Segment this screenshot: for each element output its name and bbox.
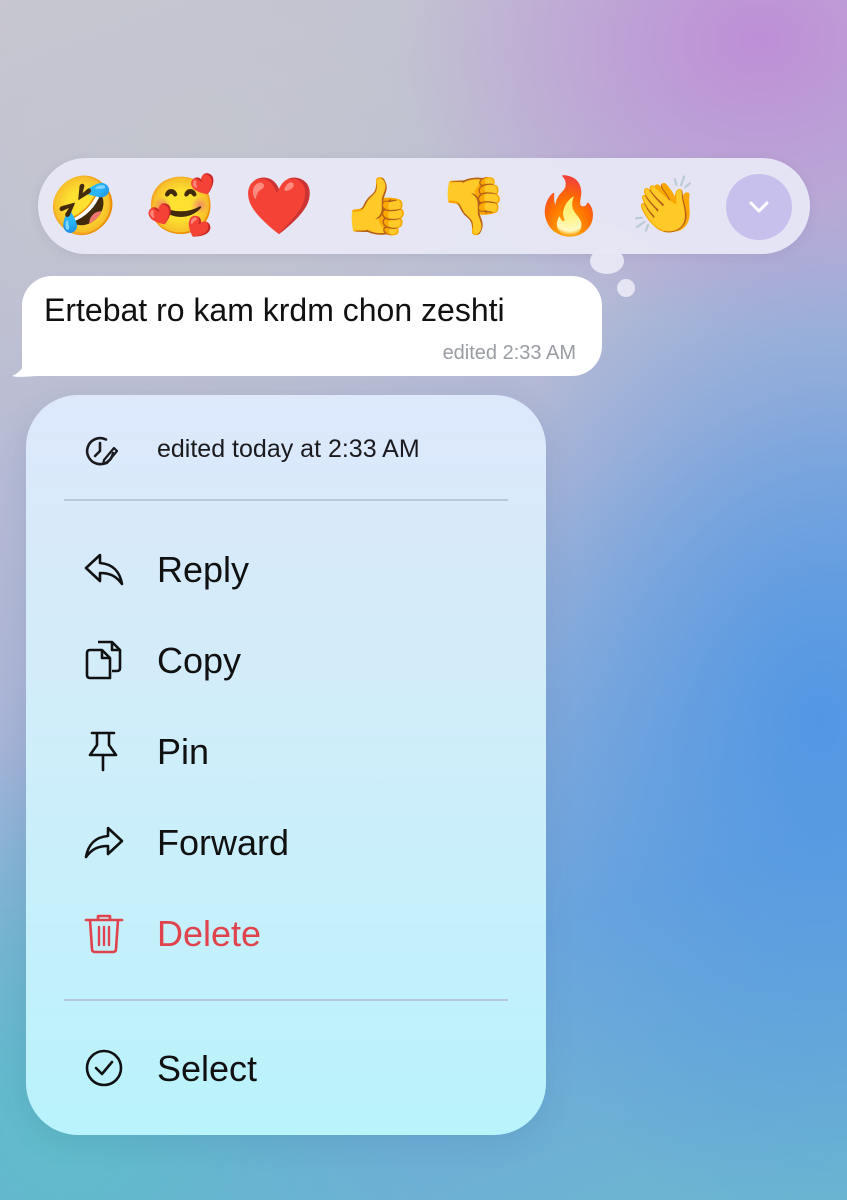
menu-item-label: Forward <box>157 822 290 863</box>
message-text: Ertebat ro kam krdm chon zeshti <box>44 292 505 328</box>
checkmark-circle-icon <box>85 1049 123 1087</box>
reaction-emoji: 👎 <box>438 174 508 239</box>
menu-item-label: Select <box>157 1048 258 1089</box>
message-edited-timestamp: edited 2:33 AM <box>442 342 576 364</box>
reaction-emoji: 🔥 <box>534 174 604 239</box>
copy-icon <box>85 640 122 680</box>
reaction-emoji: 🥰 <box>146 174 216 239</box>
message-bubble[interactable]: Ertebat ro kam krdm chon zeshti edited 2… <box>22 276 602 376</box>
menu-item-delete[interactable]: Delete <box>26 887 546 977</box>
reply-icon <box>84 553 124 586</box>
trash-icon <box>84 914 124 954</box>
reaction-thumbs-up[interactable]: 👍 <box>342 172 412 242</box>
menu-item-select[interactable]: Select <box>26 1022 546 1112</box>
reaction-thumbs-down[interactable]: 👎 <box>438 172 508 242</box>
context-menu: edited today at 2:33 AM Reply Copy Pin F… <box>26 395 546 1135</box>
reaction-emoji: 👍 <box>342 174 412 239</box>
reaction-clapping[interactable]: 👏 <box>630 172 700 242</box>
chevron-down-icon <box>749 201 769 213</box>
edited-info-text: edited today at 2:33 AM <box>157 435 420 463</box>
reaction-emoji: 👏 <box>630 174 700 239</box>
reaction-bar: 🤣 🥰 ❤️ 👍 👎 🔥 👏 <box>38 158 810 254</box>
reaction-smiling-hearts[interactable]: 🥰 <box>146 172 216 242</box>
reaction-emoji: 🤣 <box>48 174 118 239</box>
reaction-laughing[interactable]: 🤣 <box>48 172 118 242</box>
menu-item-label: Reply <box>157 549 250 590</box>
menu-item-label: Copy <box>157 640 242 681</box>
forward-icon <box>84 826 124 859</box>
reaction-bar-tail <box>590 248 624 274</box>
reaction-emoji: ❤️ <box>244 174 314 239</box>
menu-item-pin[interactable]: Pin <box>26 705 546 795</box>
menu-item-reply[interactable]: Reply <box>26 523 546 613</box>
menu-item-copy[interactable]: Copy <box>26 614 546 704</box>
menu-divider <box>64 999 508 1001</box>
edited-info-row: edited today at 2:33 AM <box>26 417 546 479</box>
reaction-fire[interactable]: 🔥 <box>534 172 604 242</box>
menu-divider <box>64 499 508 501</box>
menu-item-forward[interactable]: Forward <box>26 796 546 886</box>
menu-item-label: Delete <box>157 913 262 954</box>
expand-reactions-button[interactable] <box>726 174 792 240</box>
reaction-heart[interactable]: ❤️ <box>244 172 314 242</box>
pin-icon <box>88 731 118 772</box>
reaction-bar-tail-dot <box>617 279 635 297</box>
menu-item-label: Pin <box>157 731 210 772</box>
edited-clock-icon <box>85 436 118 466</box>
